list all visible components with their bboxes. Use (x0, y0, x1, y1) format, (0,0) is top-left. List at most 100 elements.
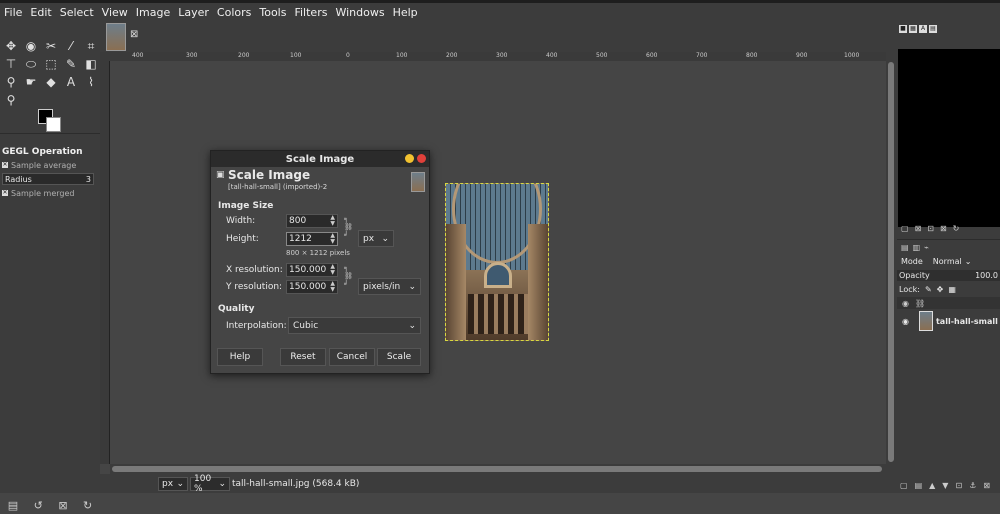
eraser-icon[interactable]: ◧ (82, 55, 100, 73)
scale-button[interactable]: Scale (377, 348, 421, 366)
new-icon[interactable]: ⊠ (915, 224, 922, 233)
patterns-tab-icon[interactable]: ▦ (909, 24, 917, 33)
opacity-slider[interactable]: Opacity 100.0 (897, 270, 1000, 281)
text-tool-icon[interactable]: A (62, 73, 80, 91)
duplicate-icon[interactable]: ⊡ (927, 224, 934, 233)
visibility-eye-icon[interactable]: ◉ (902, 317, 909, 326)
menu-layer[interactable]: Layer (174, 6, 213, 19)
close-button[interactable] (417, 154, 426, 163)
refresh-icon[interactable]: ↻ (953, 224, 960, 233)
sample-merged-row[interactable]: ✕ Sample merged (0, 186, 100, 200)
zoom-icon[interactable]: ⚲ (2, 91, 20, 109)
menu-file[interactable]: File (0, 6, 26, 19)
save-options-icon[interactable]: ▤ (8, 499, 18, 512)
background-color[interactable] (46, 117, 61, 132)
brushes-tab-icon[interactable]: ■ (899, 24, 907, 33)
menu-edit[interactable]: Edit (26, 6, 55, 19)
lasso-icon[interactable]: ✂ (42, 37, 60, 55)
vertical-ruler[interactable] (100, 61, 110, 464)
checkbox-icon[interactable]: ✕ (2, 162, 8, 168)
size-unit-select[interactable]: px ⌄ (358, 230, 394, 247)
menu-colors[interactable]: Colors (213, 6, 255, 19)
width-input[interactable]: 800 ▲ ▼ (286, 214, 338, 228)
fuzzy-select-icon[interactable]: ⁄ (62, 37, 80, 55)
channels-tab-icon[interactable]: ▥ (913, 243, 921, 252)
zoom-select[interactable]: 100 % ⌄ (190, 474, 230, 494)
paths-tab-icon[interactable]: ⌁ (924, 243, 929, 252)
unit-select[interactable]: px ⌄ (158, 476, 188, 491)
cancel-button[interactable]: Cancel (329, 348, 375, 366)
lock-alpha-icon[interactable]: ▦ (948, 285, 956, 294)
ellipse-select-icon[interactable]: ◉ (22, 37, 40, 55)
lock-position-icon[interactable]: ✥ (937, 285, 944, 294)
handle-transform-icon[interactable]: ⬚ (42, 55, 60, 73)
chain-link-icon[interactable]: ╕ ⛓ ╛ (344, 264, 353, 288)
new-group-icon[interactable]: ▤ (915, 481, 923, 490)
y-resolution-input[interactable]: 150.000 ▲ ▼ (286, 280, 338, 294)
delete-icon[interactable]: ⊠ (58, 499, 67, 512)
chevron-down-icon[interactable]: ⌄ (965, 257, 972, 266)
vertical-scrollbar[interactable] (886, 52, 897, 476)
spin-arrows-icon[interactable]: ▲ ▼ (330, 264, 335, 276)
spin-arrows-icon[interactable]: ▲ ▼ (330, 281, 335, 293)
radius-field[interactable]: Radius 3 (2, 173, 94, 185)
horizontal-scrollbar-thumb[interactable] (112, 466, 882, 472)
ruler-mark: 800 (746, 52, 758, 59)
image-on-canvas[interactable] (445, 183, 549, 341)
delete-icon[interactable]: ⊠ (940, 224, 947, 233)
checkbox-icon[interactable]: ✕ (2, 190, 8, 196)
reset-icon[interactable]: ↻ (83, 499, 92, 512)
fonts-tab-icon[interactable]: A (919, 24, 927, 33)
smudge-icon[interactable]: ☛ (22, 73, 40, 91)
move-tool-icon[interactable]: ✥ (2, 37, 20, 55)
anchor-icon[interactable]: ⚓ (969, 481, 976, 490)
delete-icon[interactable]: ⊠ (983, 481, 990, 490)
minimize-button[interactable] (405, 154, 414, 163)
clone-icon[interactable]: ⚲ (2, 73, 20, 91)
color-swatches[interactable] (38, 109, 61, 132)
layer-row[interactable]: ◉ tall-hall-small (897, 311, 1000, 331)
sample-average-row[interactable]: ✕ Sample average (0, 158, 100, 172)
menu-image[interactable]: Image (132, 6, 174, 19)
height-input[interactable]: 1212 ▲ ▼ (286, 232, 338, 246)
ruler-corner[interactable] (100, 52, 110, 61)
resolution-unit-select[interactable]: pixels/in ⌄ (358, 278, 421, 295)
ruler-mark: 600 (646, 52, 658, 59)
menu-select[interactable]: Select (56, 6, 98, 19)
menu-help[interactable]: Help (389, 6, 422, 19)
chain-link-icon[interactable]: ╕ ⛓ ╛ (344, 215, 353, 239)
horizontal-scrollbar[interactable] (110, 464, 886, 474)
lock-pixels-icon[interactable]: ✎ (925, 285, 932, 294)
vertical-scrollbar-thumb[interactable] (888, 62, 894, 462)
edit-icon[interactable]: ▢ (901, 224, 909, 233)
warp-icon[interactable]: ⬭ (22, 55, 40, 73)
mode-value[interactable]: Normal (933, 257, 962, 266)
dialog-titlebar[interactable]: Scale Image (211, 151, 429, 167)
spin-arrows-icon[interactable]: ▲ ▼ (330, 233, 335, 245)
crop-icon[interactable]: ⌗ (82, 37, 100, 55)
menu-filters[interactable]: Filters (290, 6, 331, 19)
menu-windows[interactable]: Windows (331, 6, 388, 19)
image-tab-thumbnail[interactable] (106, 23, 126, 51)
document-history-tab-icon[interactable]: ▤ (929, 24, 937, 33)
unified-transform-icon[interactable]: ⊤ (2, 55, 20, 73)
scale-image-dialog: Scale Image ▣ Scale Image [tall-hall-sma… (210, 150, 430, 374)
interpolation-select[interactable]: Cubic ⌄ (288, 317, 421, 334)
reset-button[interactable]: Reset (280, 348, 326, 366)
help-button[interactable]: Help (217, 348, 263, 366)
ruler-mark: 900 (796, 52, 808, 59)
x-resolution-input[interactable]: 150.000 ▲ ▼ (286, 263, 338, 277)
close-icon[interactable]: ⊠ (130, 29, 138, 40)
path-tool-icon[interactable]: ⌇ (82, 73, 100, 91)
spin-arrows-icon[interactable]: ▲ ▼ (330, 215, 335, 227)
paintbrush-icon[interactable]: ✎ (62, 55, 80, 73)
menu-tools[interactable]: Tools (255, 6, 290, 19)
lower-icon[interactable]: ▼ (942, 481, 948, 490)
duplicate-icon[interactable]: ⊡ (955, 481, 962, 490)
layers-tab-icon[interactable]: ▤ (901, 243, 909, 252)
menu-view[interactable]: View (98, 6, 132, 19)
new-layer-icon[interactable]: ▢ (900, 481, 908, 490)
raise-icon[interactable]: ▲ (929, 481, 935, 490)
bucket-fill-icon[interactable]: ◆ (42, 73, 60, 91)
restore-icon[interactable]: ↺ (34, 499, 43, 512)
